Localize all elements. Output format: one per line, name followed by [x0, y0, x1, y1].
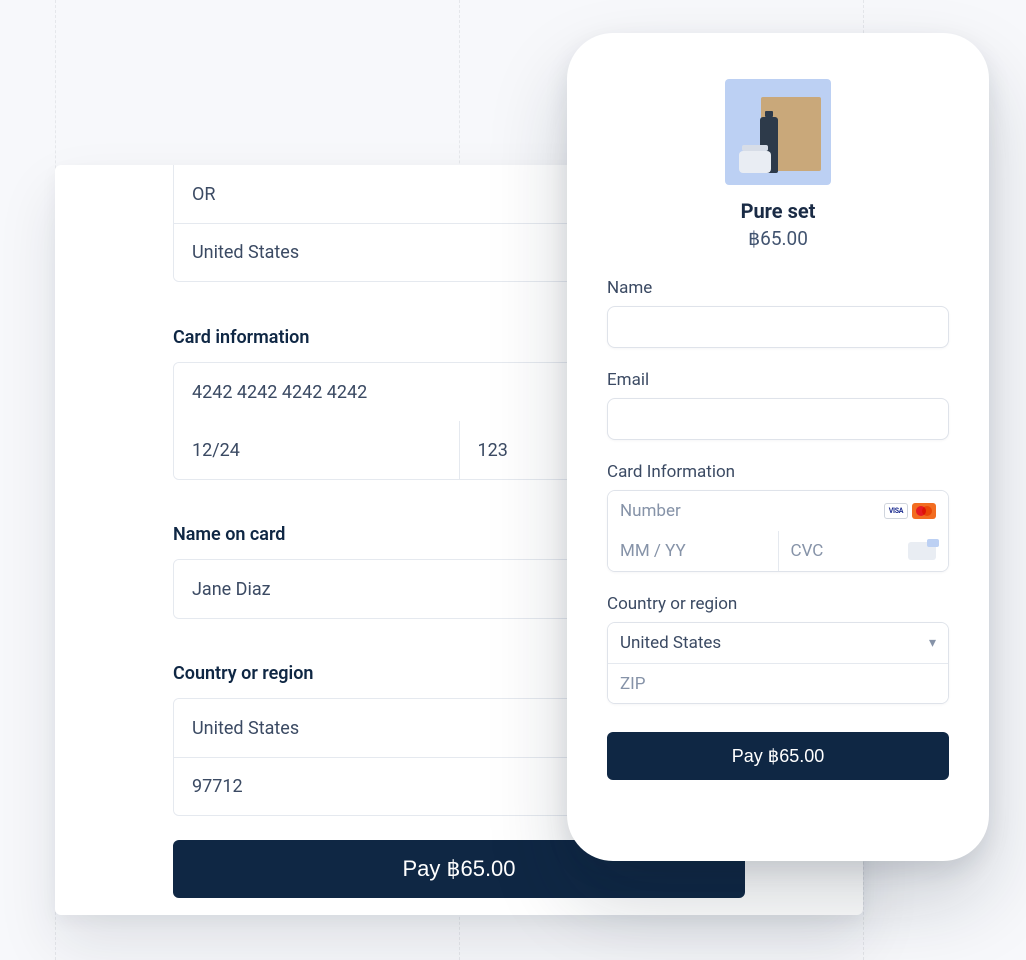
phone-card-number-placeholder: Number	[620, 501, 884, 521]
phone-card-cvc-placeholder: CVC	[791, 541, 909, 561]
phone-region-country-select[interactable]: United States ▾	[608, 623, 948, 663]
card-brand-icons: VISA	[884, 503, 936, 519]
mastercard-icon	[912, 503, 936, 519]
phone-card-expiry-input[interactable]: MM / YY	[608, 531, 778, 571]
phone-card-cvc-input[interactable]: CVC	[778, 531, 949, 571]
phone-region-label: Country or region	[607, 594, 949, 614]
phone-email-label: Email	[607, 370, 949, 390]
phone-name-label: Name	[607, 278, 949, 298]
product-image	[725, 79, 831, 185]
phone-region-stack: United States ▾ ZIP	[607, 622, 949, 704]
phone-pay-button[interactable]: Pay ฿65.00	[607, 732, 949, 780]
desktop-card-expiry-input[interactable]: 12/24	[174, 421, 459, 479]
phone-checkout-card: Pure set ฿65.00 Name Email Card Informat…	[567, 33, 989, 861]
phone-email-input[interactable]	[607, 398, 949, 440]
phone-card-expiry-placeholder: MM / YY	[620, 541, 766, 561]
phone-card-label: Card Information	[607, 462, 949, 482]
chevron-down-icon: ▾	[929, 635, 936, 651]
product-price: ฿65.00	[607, 227, 949, 250]
product-name: Pure set	[607, 199, 949, 223]
phone-card-stack: Number VISA MM / YY CVC	[607, 490, 949, 572]
phone-region-zip-placeholder: ZIP	[620, 674, 646, 694]
cvc-card-icon	[908, 542, 936, 560]
phone-card-number-input[interactable]: Number VISA	[608, 491, 948, 531]
phone-region-zip-input[interactable]: ZIP	[608, 663, 948, 703]
phone-name-input[interactable]	[607, 306, 949, 348]
phone-region-country-value: United States	[620, 633, 721, 653]
visa-icon: VISA	[884, 503, 908, 519]
